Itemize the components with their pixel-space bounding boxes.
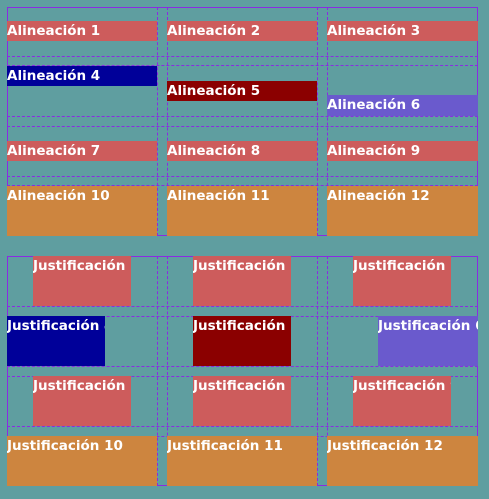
justification-item-6: Justificación 6 [378, 316, 478, 366]
alignment-item-4: Alineación 4 [7, 66, 157, 86]
alignment-item-6: Alineación 6 [327, 95, 478, 116]
grid-line [317, 7, 318, 236]
justification-item-5: Justificación 5 [193, 316, 291, 366]
justification-item-11: Justificación 11 [167, 436, 317, 486]
grid-line [7, 306, 478, 307]
grid-line [7, 56, 478, 57]
alignment-item-1: Alineación 1 [7, 21, 157, 41]
grid-line [7, 426, 478, 427]
justification-item-1: Justificación 1 [33, 256, 131, 306]
grid-line [317, 256, 318, 486]
alignment-item-12: Alineación 12 [327, 186, 478, 236]
grid-line [7, 176, 478, 177]
justification-item-12: Justificación 12 [327, 436, 478, 486]
grid-line [7, 116, 478, 117]
justification-item-8: Justificación 8 [193, 376, 291, 426]
alignment-item-7: Alineación 7 [7, 141, 157, 161]
alignment-item-10: Alineación 10 [7, 186, 157, 236]
justification-item-3: Justificación 3 [353, 256, 451, 306]
alignment-item-3: Alineación 3 [327, 21, 478, 41]
alignment-item-5: Alineación 5 [167, 81, 317, 101]
justification-item-4: Justificación 4 [7, 316, 105, 366]
justification-item-9: Justificación 9 [353, 376, 451, 426]
alignment-item-9: Alineación 9 [327, 141, 478, 161]
grid-line [157, 7, 158, 236]
grid-line [7, 366, 478, 367]
justification-item-2: Justificación 2 [193, 256, 291, 306]
justification-item-7: Justificación 7 [33, 376, 131, 426]
justification-item-10: Justificación 10 [7, 436, 157, 486]
alignment-grid: Alineación 1 Alineación 2 Alineación 3 A… [0, 0, 489, 240]
alignment-item-2: Alineación 2 [167, 21, 317, 41]
grid-line [157, 256, 158, 486]
alignment-item-8: Alineación 8 [167, 141, 317, 161]
justification-grid: Justificación 1 Justificación 2 Justific… [0, 250, 489, 499]
grid-line [7, 126, 478, 127]
alignment-item-11: Alineación 11 [167, 186, 317, 236]
